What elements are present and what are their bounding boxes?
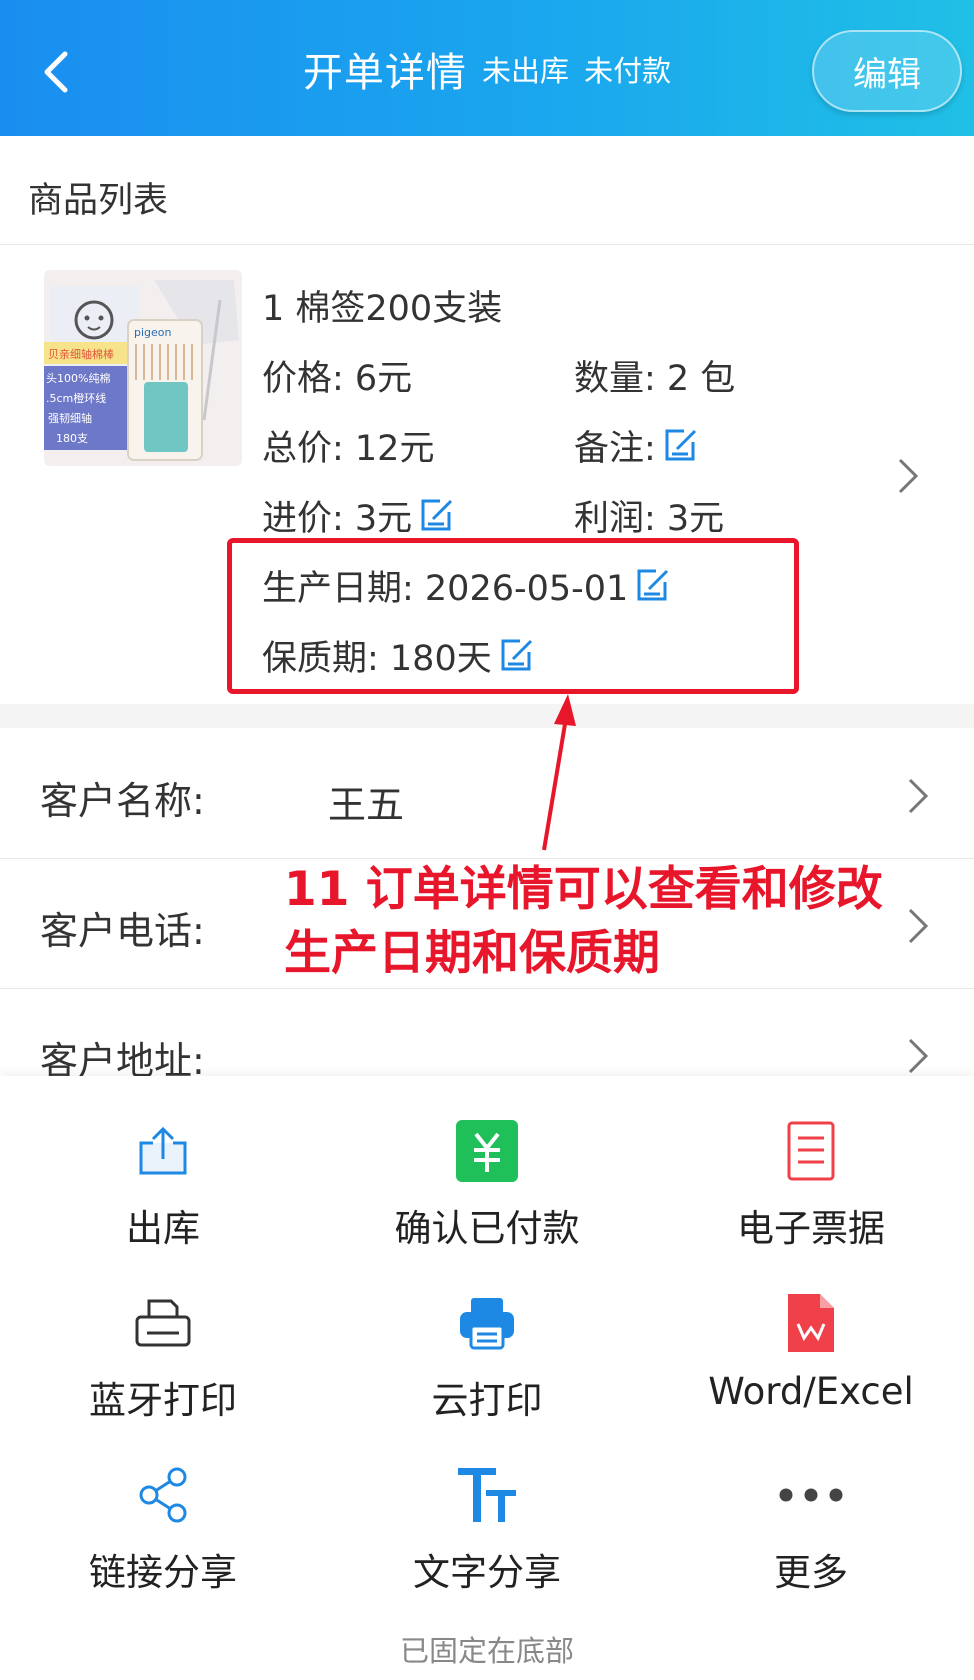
payment-status: 未付款 bbox=[584, 54, 672, 88]
action-outbound[interactable]: 出库 bbox=[13, 1116, 313, 1252]
edit-button[interactable]: 编辑 bbox=[812, 30, 962, 112]
product-brand: pigeon bbox=[134, 326, 172, 339]
outbound-status: 未出库 bbox=[481, 54, 569, 88]
share-icon bbox=[139, 1467, 187, 1523]
action-text-share[interactable]: 文字分享 bbox=[337, 1460, 637, 1596]
product-list-title: 商品列表 bbox=[28, 181, 169, 221]
export-icon bbox=[139, 1126, 187, 1175]
product-image: 贝亲细轴棉棒 头100%纯棉 .5cm橙环线 强韧细轴 180支 pigeon bbox=[44, 270, 242, 466]
product-image-text: 180支 bbox=[56, 432, 88, 445]
product-cost: 进价: 3元 bbox=[262, 499, 413, 539]
action-label: 电子票据 bbox=[737, 1207, 885, 1250]
product-cost-row[interactable]: 进价: 3元 bbox=[262, 490, 456, 543]
product-name: 1 棉签200支装 bbox=[262, 289, 503, 329]
chevron-right-icon[interactable] bbox=[906, 1036, 930, 1076]
action-panel: 出库 确认已付款 电子票据 蓝牙打印 云打印 Word/Excel 链接分享 文… bbox=[0, 1076, 974, 1680]
receipt-icon bbox=[787, 1121, 835, 1181]
action-label: 确认已付款 bbox=[394, 1207, 580, 1250]
action-label: 出库 bbox=[126, 1207, 200, 1250]
annotation-line: 生产日期和保质期 bbox=[284, 926, 660, 981]
product-remark-row[interactable]: 备注: bbox=[574, 420, 700, 473]
action-label: Word/Excel bbox=[708, 1370, 914, 1413]
product-total: 总价: 12元 bbox=[262, 429, 435, 469]
chevron-right-icon[interactable] bbox=[906, 776, 930, 816]
customer-name-value: 王五 bbox=[328, 783, 405, 827]
divider bbox=[0, 244, 974, 245]
annotation-arrow bbox=[542, 694, 576, 851]
annotation-text: 11 订单详情可以查看和修改 生产日期和保质期 bbox=[284, 858, 883, 986]
top-bar: 开单详情 未出库 未付款 编辑 bbox=[0, 0, 974, 136]
product-image-text: .5cm橙环线 bbox=[46, 391, 106, 405]
product-profit: 利润: 3元 bbox=[574, 499, 725, 539]
action-word-excel[interactable]: Word/Excel bbox=[661, 1288, 961, 1413]
divider bbox=[0, 988, 974, 989]
chevron-right-icon[interactable] bbox=[906, 906, 930, 946]
yuan-payment-icon bbox=[456, 1120, 518, 1182]
action-confirm-paid[interactable]: 确认已付款 bbox=[337, 1116, 637, 1252]
text-size-icon bbox=[458, 1468, 516, 1522]
annotation-line: 11 订单详情可以查看和修改 bbox=[284, 862, 883, 917]
chevron-right-icon[interactable] bbox=[896, 456, 920, 496]
annotation-highlight-box bbox=[227, 538, 799, 694]
edit-cost-icon[interactable] bbox=[418, 496, 456, 543]
printer-icon bbox=[135, 1299, 191, 1347]
customer-name-label: 客户名称: bbox=[40, 779, 205, 823]
action-link-share[interactable]: 链接分享 bbox=[13, 1460, 313, 1596]
section-gap bbox=[0, 704, 974, 728]
product-image-text: 强韧细轴 bbox=[48, 411, 92, 425]
action-more[interactable]: 更多 bbox=[661, 1460, 961, 1596]
action-label: 更多 bbox=[774, 1551, 848, 1594]
action-bluetooth-print[interactable]: 蓝牙打印 bbox=[13, 1288, 313, 1424]
product-image-tag: 贝亲细轴棉棒 bbox=[48, 347, 114, 361]
customer-phone-label: 客户电话: bbox=[40, 909, 205, 953]
action-e-receipt[interactable]: 电子票据 bbox=[661, 1116, 961, 1252]
action-label: 云打印 bbox=[431, 1379, 543, 1422]
action-label: 文字分享 bbox=[413, 1551, 561, 1594]
product-price: 价格: 6元 bbox=[262, 359, 413, 399]
product-quantity: 数量: 2 包 bbox=[574, 359, 736, 399]
pinned-bottom-label: 已固定在底部 bbox=[399, 1634, 574, 1668]
more-dots-icon bbox=[779, 1488, 843, 1502]
product-image-text: 头100%纯棉 bbox=[46, 371, 110, 385]
cloud-printer-icon bbox=[460, 1298, 514, 1350]
action-label: 蓝牙打印 bbox=[89, 1379, 237, 1422]
document-w-icon bbox=[788, 1294, 834, 1352]
edit-remark-icon[interactable] bbox=[662, 426, 700, 473]
action-cloud-print[interactable]: 云打印 bbox=[337, 1288, 637, 1424]
action-label: 链接分享 bbox=[89, 1551, 237, 1594]
page-title: 开单详情 bbox=[302, 50, 467, 96]
product-remark: 备注: bbox=[574, 429, 656, 469]
